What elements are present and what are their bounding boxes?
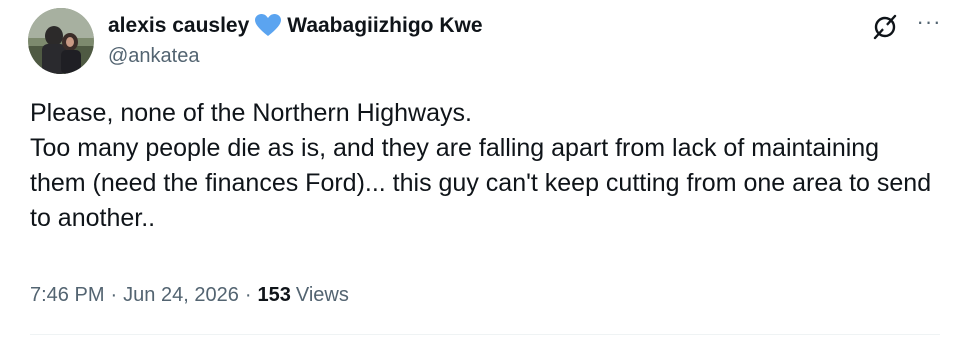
- meta-separator: ·: [244, 283, 252, 306]
- tweet-header: alexis causley Waabagiizhigo Kwe @ankate…: [108, 12, 483, 68]
- user-handle[interactable]: @ankatea: [108, 44, 483, 68]
- tweet-text-line: Too many people die as is, and they are …: [30, 134, 932, 232]
- views-label[interactable]: Views: [296, 284, 349, 307]
- avatar[interactable]: [28, 8, 94, 74]
- avatar-photo: [28, 8, 94, 74]
- divider: [30, 334, 940, 335]
- meta-separator: ·: [110, 283, 118, 306]
- tweet-card: alexis causley Waabagiizhigo Kwe @ankate…: [0, 0, 960, 344]
- display-name[interactable]: alexis causley: [108, 14, 249, 38]
- grok-icon[interactable]: [870, 12, 900, 42]
- blue-heart-icon: [255, 14, 282, 38]
- display-name-suffix[interactable]: Waabagiizhigo Kwe: [287, 14, 482, 38]
- more-icon[interactable]: ···: [914, 11, 944, 38]
- tweet-time[interactable]: 7:46 PM: [30, 284, 104, 307]
- tweet-text-line: Please, none of the Northern Highways.: [30, 99, 472, 127]
- tweet-date[interactable]: Jun 24, 2026: [123, 284, 239, 307]
- views-count[interactable]: 153: [257, 284, 290, 307]
- tweet-text: Please, none of the Northern Highways. T…: [30, 96, 940, 236]
- name-row: alexis causley Waabagiizhigo Kwe: [108, 12, 483, 40]
- tweet-meta: 7:46 PM · Jun 24, 2026 · 153 Views: [30, 282, 349, 308]
